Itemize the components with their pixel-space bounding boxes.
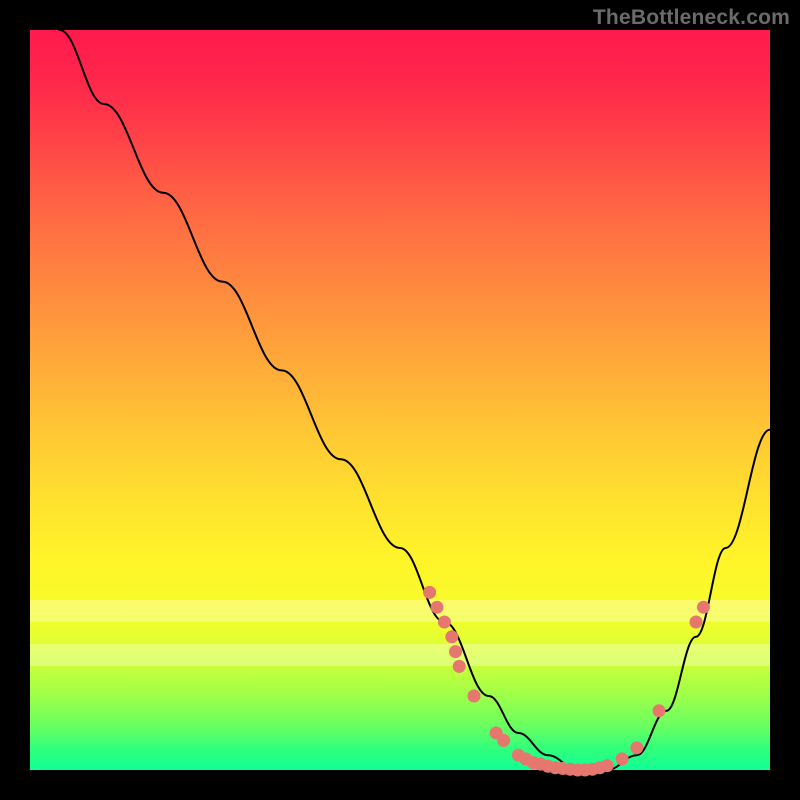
- watermark-text: TheBottleneck.com: [593, 6, 790, 30]
- data-point: [697, 601, 710, 614]
- data-point: [449, 645, 462, 658]
- data-point: [653, 704, 666, 717]
- scatter-dots: [423, 586, 710, 777]
- data-point: [497, 734, 510, 747]
- data-point: [423, 586, 436, 599]
- data-point: [431, 601, 444, 614]
- bottleneck-curve: [60, 30, 770, 770]
- data-point: [690, 616, 703, 629]
- chart-svg: [30, 30, 770, 770]
- data-point: [630, 741, 643, 754]
- data-point: [453, 660, 466, 673]
- data-point: [438, 616, 451, 629]
- chart-frame: TheBottleneck.com: [0, 0, 800, 800]
- data-point: [601, 759, 614, 772]
- data-point: [445, 630, 458, 643]
- data-point: [468, 690, 481, 703]
- data-point: [616, 752, 629, 765]
